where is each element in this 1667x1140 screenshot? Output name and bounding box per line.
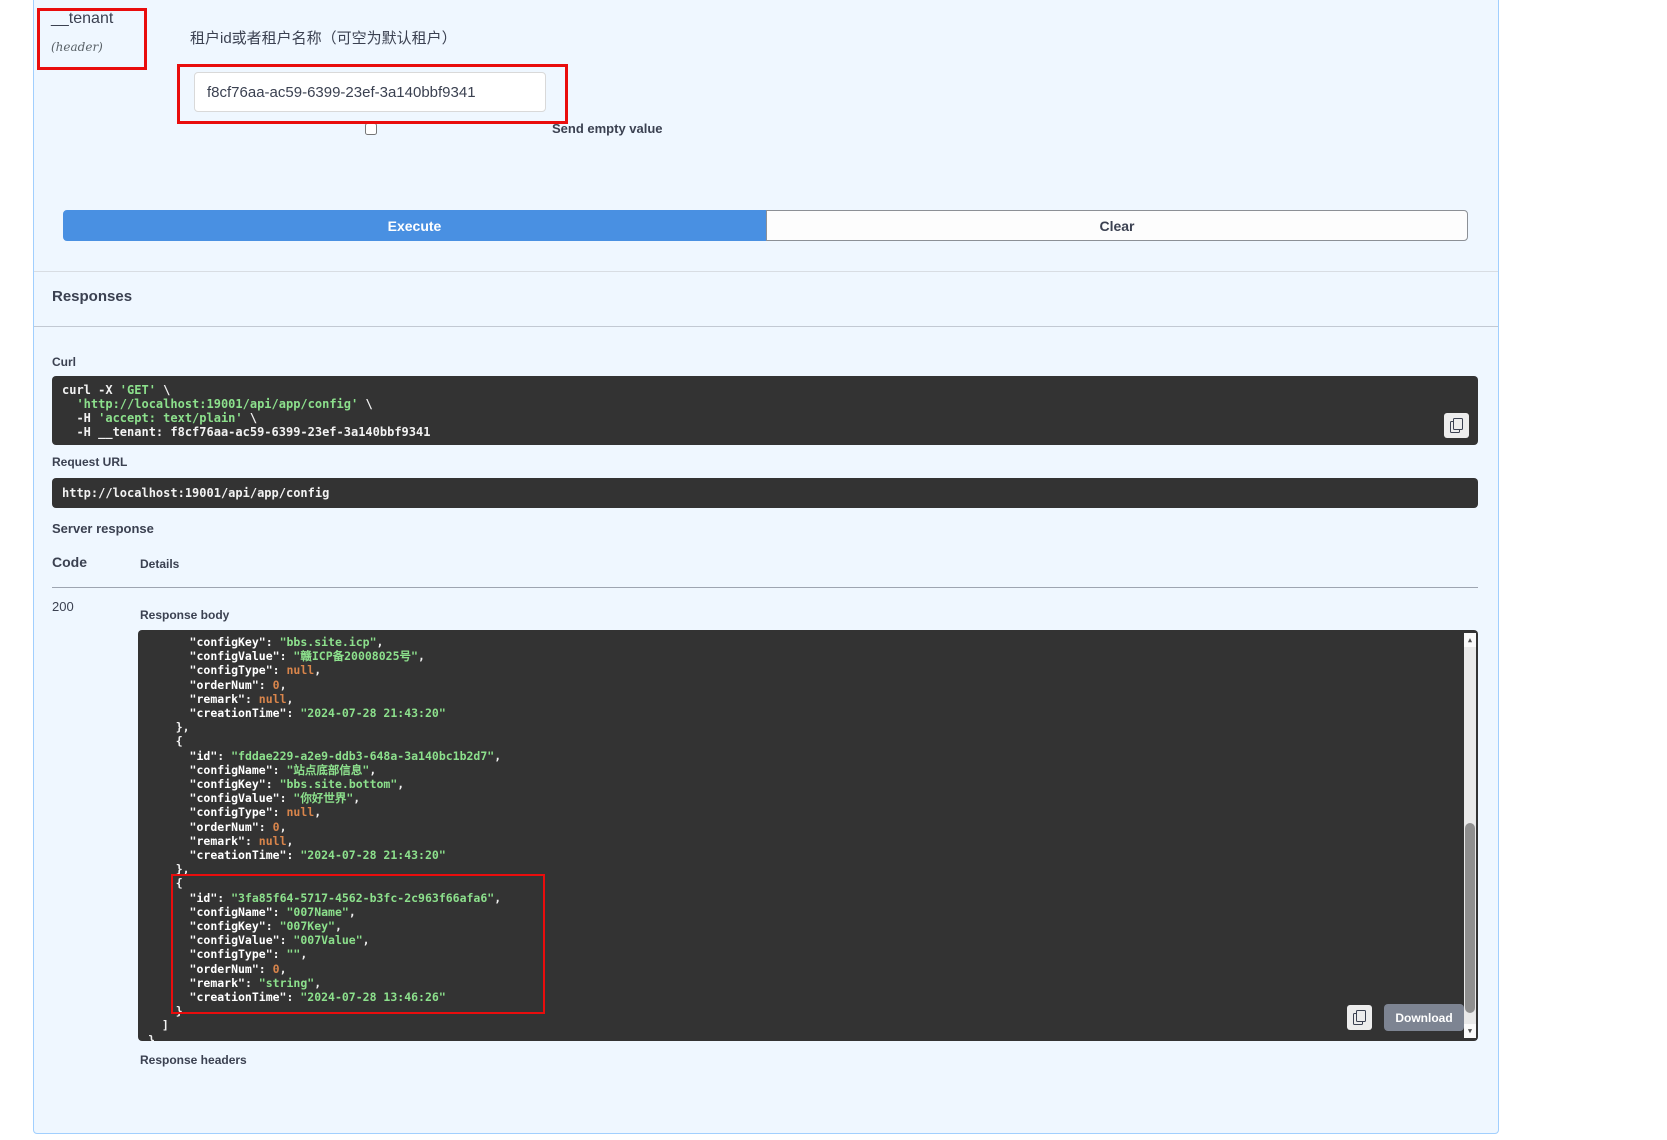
clipboard-icon [1353, 1010, 1366, 1025]
curl-command: curl -X 'GET' \ 'http://localhost:19001/… [62, 383, 1468, 439]
parameter-name: __tenant [51, 10, 113, 28]
clear-button[interactable]: Clear [766, 210, 1468, 241]
scrollbar-thumb[interactable] [1465, 823, 1475, 1013]
request-url-value: http://localhost:19001/api/app/config [52, 478, 1478, 508]
response-body-label: Response body [140, 608, 229, 622]
download-button[interactable]: Download [1384, 1004, 1464, 1031]
parameter-description: 租户id或者租户名称（可空为默认租户） [190, 27, 457, 48]
send-empty-label: Send empty value [552, 121, 663, 136]
scroll-up-arrow-icon[interactable] [1464, 633, 1476, 647]
response-body-block: "configKey": "bbs.site.icp", "configValu… [138, 630, 1478, 1041]
responses-title: Responses [52, 288, 132, 305]
copy-icon[interactable] [1347, 1005, 1372, 1030]
execute-button[interactable]: Execute [63, 210, 766, 241]
code-column-header: Code [52, 554, 87, 570]
server-response-label: Server response [52, 521, 154, 536]
operation-panel: __tenant (header) 租户id或者租户名称（可空为默认租户） Se… [33, 0, 1499, 1134]
parameter-location: (header) [51, 40, 103, 54]
responses-top-divider [34, 271, 1498, 272]
swagger-ui-screen: __tenant (header) 租户id或者租户名称（可空为默认租户） Se… [0, 0, 1667, 1140]
copy-icon[interactable] [1444, 413, 1469, 438]
response-headers-label: Response headers [140, 1053, 247, 1067]
scrollbar[interactable] [1464, 633, 1476, 1038]
details-column-header: Details [140, 557, 179, 571]
responses-bottom-divider [34, 326, 1498, 327]
scroll-down-arrow-icon[interactable] [1464, 1024, 1476, 1038]
request-url-label: Request URL [52, 455, 127, 469]
curl-label: Curl [52, 355, 76, 369]
response-body-code: "configKey": "bbs.site.icp", "configValu… [148, 635, 501, 1041]
table-header-divider [52, 587, 1478, 588]
send-empty-checkbox[interactable] [365, 123, 377, 135]
tenant-value-input[interactable] [194, 72, 546, 112]
status-code: 200 [52, 599, 74, 614]
clipboard-icon [1450, 418, 1463, 433]
curl-block: curl -X 'GET' \ 'http://localhost:19001/… [52, 376, 1478, 445]
